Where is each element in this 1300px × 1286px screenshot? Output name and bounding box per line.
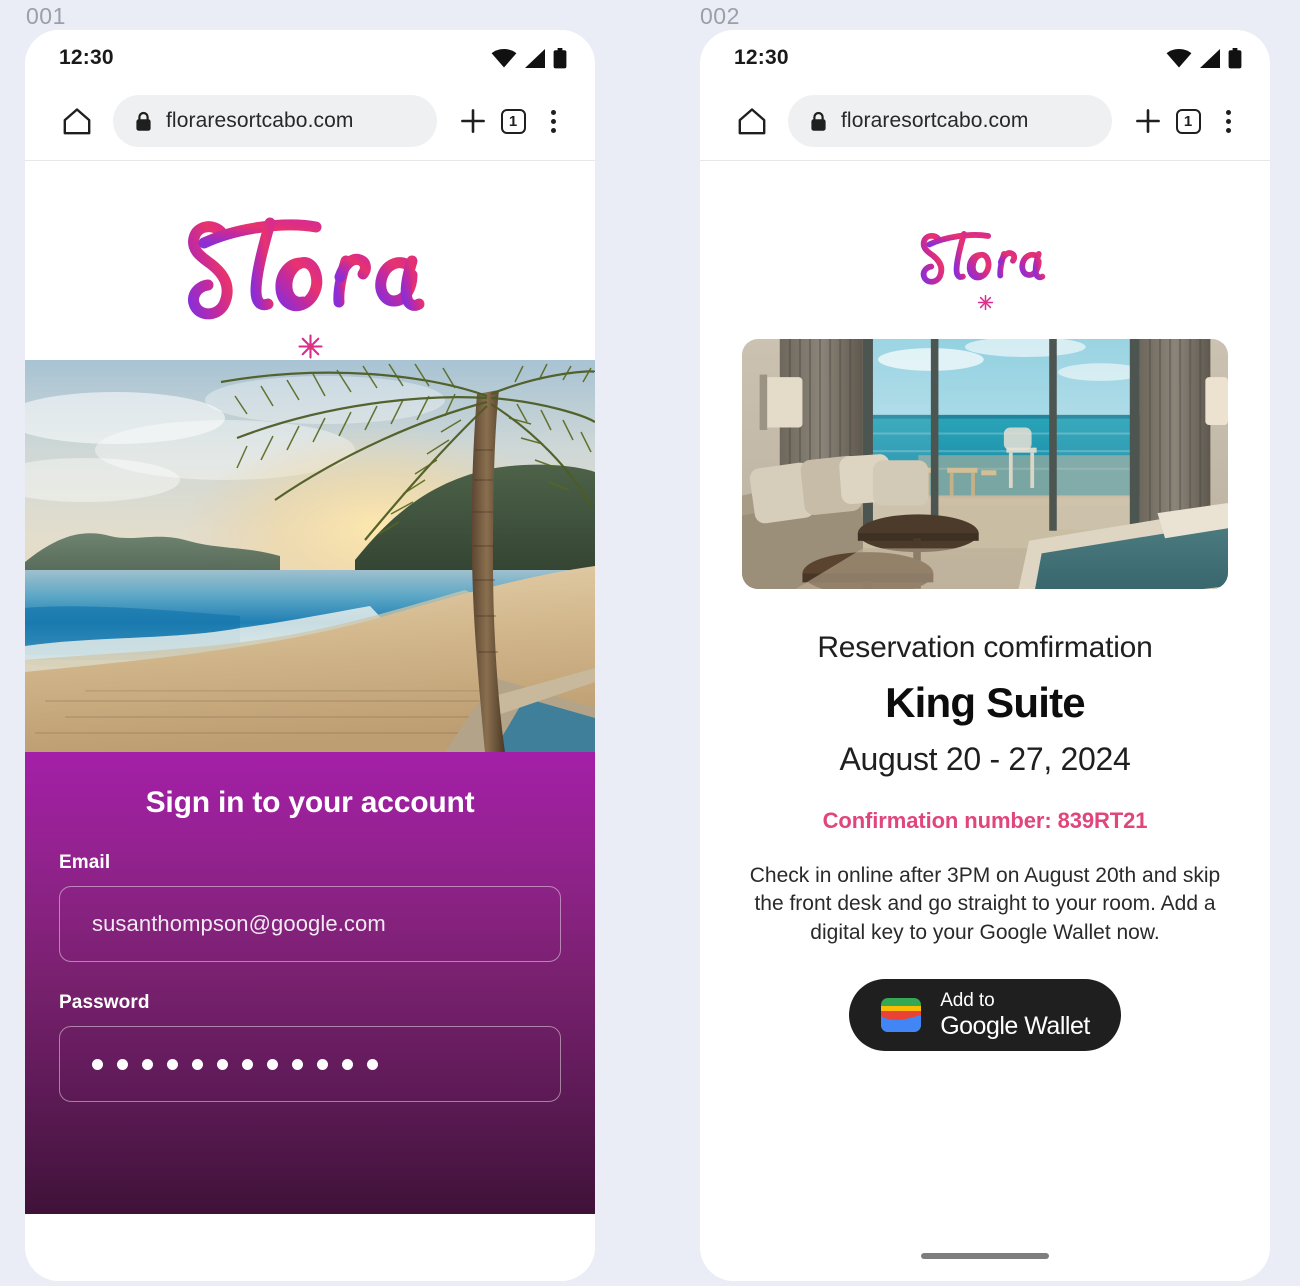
reservation-subtitle: Reservation comfirmation [817,631,1153,664]
wallet-button-text: Add to Google Wallet [940,989,1090,1040]
add-to-google-wallet-button[interactable]: Add to Google Wallet [849,979,1121,1052]
hero-beach-image [25,360,595,752]
google-wallet-icon [881,998,922,1033]
room-photo [742,339,1228,589]
status-time-002: 12:30 [734,46,789,69]
checkin-note: Check in online after 3PM on August 20th… [749,864,1221,944]
frame-label-001: 001 [26,3,66,29]
cell-signal-icon [1200,48,1220,68]
home-icon [63,108,91,135]
browser-menu-button-002[interactable] [1208,109,1248,133]
page-content-002: Reservation comfirmation King Suite Augu… [700,161,1270,1281]
address-bar-url-002: floraresortcabo.com [841,109,1029,132]
lock-icon [136,111,151,131]
screenshot-canvas: 001 002 12:30 floraresortcabo.com 1 Sign… [0,0,1300,1286]
browser-home-button[interactable] [55,106,99,136]
status-bar: 12:30 [25,30,595,82]
room-name: King Suite [885,679,1085,726]
signin-title: Sign in to your account [145,786,475,819]
browser-toolbar: floraresortcabo.com 1 [25,82,595,161]
confirmation-number: Confirmation number: 839RT21 [822,808,1148,833]
signin-panel: Sign in to your account Email susanthomp… [25,752,595,1214]
new-tab-button-002[interactable] [1128,107,1168,135]
status-icons [491,47,567,69]
brand-logo-block-002 [700,161,1270,311]
brand-logo-block [25,161,595,360]
tab-count-badge: 1 [500,108,526,134]
beach-palm-sunset-illustration [25,360,595,752]
email-value: susanthompson@google.com [92,911,386,936]
status-icons-002 [1166,47,1242,69]
wifi-icon [491,48,517,67]
email-label: Email [59,852,111,873]
email-field[interactable]: susanthompson@google.com [59,886,561,962]
home-icon [738,108,766,135]
password-masked-value [92,1058,378,1070]
address-bar-url: floraresortcabo.com [166,109,354,132]
tab-switcher-button-002[interactable]: 1 [1168,108,1208,134]
battery-icon [1228,47,1242,68]
overflow-menu-icon [1225,109,1231,133]
flora-wordmark-logo [188,217,425,320]
plus-icon [461,109,485,133]
status-bar-002: 12:30 [700,30,1270,82]
battery-icon [553,47,567,68]
lock-icon [811,111,826,131]
flower-asterisk-icon [297,334,323,359]
password-label: Password [59,992,150,1013]
frame-label-002: 002 [700,3,740,29]
address-bar[interactable]: floraresortcabo.com [113,95,437,147]
password-field[interactable] [59,1026,561,1102]
confirmation-content: Reservation comfirmation King Suite Augu… [700,339,1270,1052]
browser-home-button-002[interactable] [730,106,774,136]
wifi-icon [1166,48,1192,67]
new-tab-button[interactable] [453,107,493,135]
tab-switcher-button[interactable]: 1 [493,108,533,134]
reservation-dates: August 20 - 27, 2024 [839,741,1131,777]
hotel-suite-ocean-view-illustration [742,339,1228,589]
browser-toolbar-002: floraresortcabo.com 1 [700,82,1270,161]
browser-menu-button[interactable] [533,109,573,133]
flora-wordmark-logo [920,231,1046,285]
tab-count-badge-002: 1 [1175,108,1201,134]
cell-signal-icon [525,48,545,68]
status-time: 12:30 [59,46,114,69]
home-indicator-002 [921,1253,1049,1259]
wallet-button-line2: Google Wallet [940,1011,1090,1040]
home-indicator-001 [246,1253,374,1259]
address-bar-002[interactable]: floraresortcabo.com [788,95,1112,147]
phone-mockup-001: 12:30 floraresortcabo.com 1 Sign in to y… [25,30,595,1281]
flower-asterisk-icon [977,294,993,311]
overflow-menu-icon [550,109,556,133]
page-content-001: Sign in to your account Email susanthomp… [25,161,595,1281]
wallet-button-line1: Add to [940,989,995,1011]
plus-icon [1136,109,1160,133]
phone-mockup-002: 12:30 floraresortcabo.com 1 Reservation … [700,30,1270,1281]
